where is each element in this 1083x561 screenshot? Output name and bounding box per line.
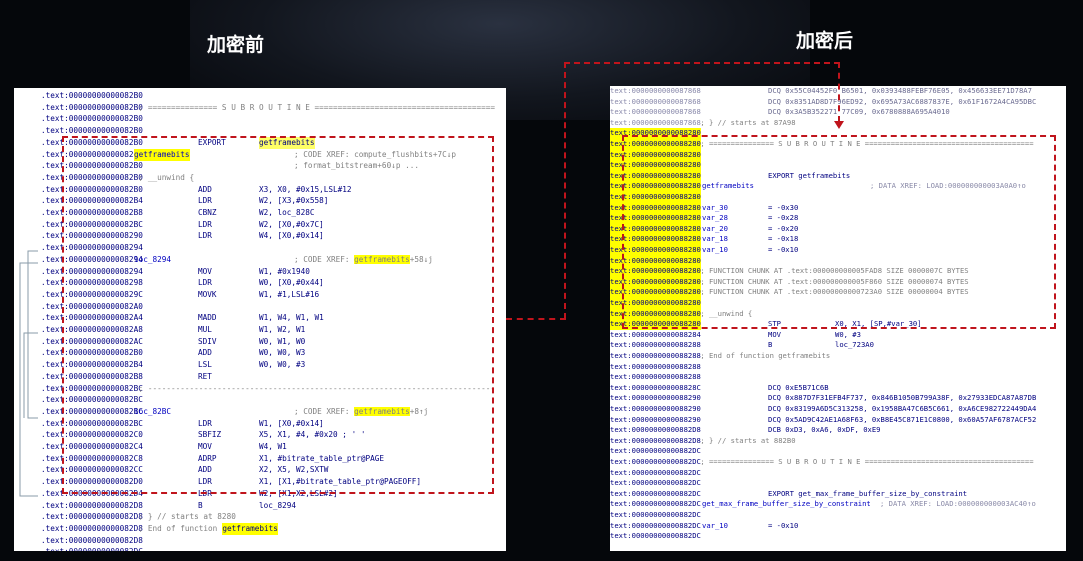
- line-address: text:0000000000087868: [610, 86, 701, 95]
- line-address: text:00000000000882DC: [610, 531, 701, 541]
- line-address: .text:00000000000082B0: [41, 114, 143, 124]
- code-line[interactable]: text:00000000000882D8 DCB 0xD3, 0xA6, 0xD…: [610, 425, 1066, 436]
- line-operand: DCQ 0x55C04452F0 B6501, 0x0393488FEBF76E…: [768, 86, 1032, 95]
- code-line[interactable]: text:000000000008828C DCQ 0xE5B71C6B: [610, 383, 1066, 394]
- code-line[interactable]: .text:00000000000082B0: [41, 90, 506, 102]
- line-mnemonic: B: [768, 340, 773, 350]
- line-text: ; End of function: [134, 523, 222, 533]
- line-text: ; } // starts at 882B0: [696, 435, 796, 445]
- line-operand: loc_8294: [259, 500, 297, 510]
- line-text: ; End of function getframebits: [696, 351, 831, 360]
- line-address: text:0000000000087868: [610, 117, 701, 127]
- code-line[interactable]: text:00000000000882DC ; =============== …: [610, 457, 1066, 468]
- line-mnemonic: B: [198, 500, 203, 510]
- after-function-box: [622, 135, 1056, 329]
- connector-arrowhead-icon: [834, 121, 844, 129]
- line-address: text:000000000008828C: [610, 382, 701, 392]
- line-address: text:00000000000882DC: [610, 499, 701, 509]
- line-address: text:0000000000088288: [610, 351, 701, 360]
- connector-line-vertical: [564, 62, 566, 319]
- line-address: .text:00000000000082D8: [41, 535, 143, 545]
- line-address: .text:00000000000082D8: [41, 523, 143, 533]
- line-address: text:0000000000088284: [610, 329, 701, 339]
- line-address: text:00000000000882DC: [610, 520, 701, 530]
- line-address: text:00000000000882D8: [610, 425, 701, 435]
- highlighted-name: getframebits: [222, 522, 278, 535]
- line-value: = -0x10: [768, 520, 799, 530]
- after-title: 加密后: [796, 30, 854, 52]
- code-line[interactable]: text:0000000000088284 MOV W0, #3: [610, 330, 1066, 341]
- line-label: var_10: [702, 520, 728, 530]
- line-operand: DCQ 0x83199A6D5C313258, 0x1958BA47C6B5C6…: [768, 404, 1037, 413]
- before-title: 加密前: [207, 34, 265, 56]
- code-line[interactable]: .text:00000000000082D8 ; End of function…: [41, 522, 506, 535]
- line-address: .text:00000000000082B0: [41, 91, 143, 100]
- code-line[interactable]: text:00000000000882DC var_10 = -0x10: [610, 521, 1066, 532]
- connector-line-down: [838, 62, 840, 122]
- code-line[interactable]: text:00000000000882D8 ; } // starts at 8…: [610, 436, 1066, 447]
- line-operand: W0, #3: [835, 329, 861, 339]
- line-label: get_max_frame_buffer_size_by_constraint: [702, 499, 871, 509]
- line-operand: DCQ 0x8351AD8D7F96ED92, 0x695A73AC688783…: [768, 96, 1037, 106]
- code-line[interactable]: text:0000000000088288 ; End of function …: [610, 351, 1066, 362]
- code-line[interactable]: text:00000000000882DC: [610, 531, 1066, 542]
- before-function-box: [62, 136, 494, 494]
- line-text: ; =============== S U B R O U T I N E ==…: [134, 102, 496, 112]
- code-line[interactable]: text:0000000000088288: [610, 372, 1066, 383]
- line-address: text:0000000000088290: [610, 393, 701, 403]
- connector-line-horizontal: [506, 318, 566, 320]
- line-address: .text:00000000000082D8: [41, 512, 143, 522]
- line-operand: DCQ 0x887D7F31EFB4F737, 0x846B1050B799A3…: [768, 393, 1037, 403]
- line-address: .text:00000000000082D8: [41, 500, 143, 510]
- line-address: text:00000000000882DC: [610, 467, 701, 477]
- line-address: text:0000000000087868: [610, 107, 701, 117]
- line-address: .text:00000000000082B0: [41, 102, 143, 112]
- line-address: text:0000000000087868: [610, 96, 701, 106]
- line-address: .text:00000000000082DC: [41, 546, 143, 551]
- code-line[interactable]: text:0000000000088290 DCQ 0x5AD9C42AE1A68…: [610, 415, 1066, 426]
- line-comment: ; DATA XREF: LOAD:000000000003AC40↑o: [880, 499, 1036, 509]
- line-operand: DCB 0xD3, 0xA6, 0xDF, 0xE9: [768, 425, 881, 435]
- code-line[interactable]: .text:00000000000082B0 ; ===============…: [41, 102, 506, 114]
- line-address: text:00000000000882DC: [610, 510, 701, 519]
- line-address: text:00000000000882DC: [610, 478, 701, 488]
- code-line[interactable]: text:0000000000088288: [610, 362, 1066, 373]
- line-text: ; } // starts at 8280: [134, 512, 236, 522]
- code-line[interactable]: text:00000000000882DC: [610, 510, 1066, 521]
- code-line[interactable]: text:00000000000882DC get_max_frame_buffe…: [610, 499, 1066, 510]
- code-line[interactable]: .text:00000000000082D8: [41, 535, 506, 547]
- line-address: text:0000000000088288: [610, 340, 701, 350]
- line-address: text:00000000000882D8: [610, 435, 701, 445]
- connector-line-top: [564, 62, 840, 64]
- code-line[interactable]: text:0000000000088290 DCQ 0x83199A6D5C313…: [610, 404, 1066, 415]
- line-text: ; } // starts at 87A98: [696, 117, 796, 127]
- line-address: text:00000000000882DC: [610, 446, 701, 456]
- line-text: ; =============== S U B R O U T I N E ==…: [696, 457, 1034, 466]
- code-line[interactable]: text:0000000000088288 Bloc_723A0: [610, 340, 1066, 351]
- line-address: text:0000000000088288: [610, 372, 701, 382]
- code-line[interactable]: text:00000000000882DC: [610, 478, 1066, 489]
- code-line[interactable]: .text:00000000000082DC: [41, 546, 506, 551]
- code-line[interactable]: .text:00000000000082B0: [41, 113, 506, 125]
- code-line[interactable]: text:0000000000088290 DCQ 0x887D7F31EFB4F…: [610, 393, 1066, 404]
- line-operand: DCQ 0xE5B71C6B: [768, 382, 829, 392]
- line-address: text:00000000000882DC: [610, 457, 701, 466]
- line-mnemonic: MOV: [768, 329, 781, 339]
- line-address: text:0000000000088288: [610, 361, 701, 371]
- line-operand: DCQ 0x5AD9C42AE1A68F63, 0xB8E45C871E1C08…: [768, 414, 1037, 424]
- line-address: text:00000000000882DC: [610, 488, 701, 498]
- line-operand: EXPORT get_max_frame_buffer_size_by_cons…: [768, 488, 968, 498]
- code-line[interactable]: text:00000000000882DC EXPORT get_max_fram…: [610, 489, 1066, 500]
- line-operand: loc_723A0: [835, 340, 874, 350]
- line-address: text:0000000000088290: [610, 404, 701, 413]
- code-line[interactable]: .text:00000000000082D8 ; } // starts at …: [41, 511, 506, 523]
- code-line[interactable]: text:00000000000882DC: [610, 468, 1066, 479]
- code-line[interactable]: .text:00000000000082D8 Bloc_8294: [41, 500, 506, 512]
- code-line[interactable]: text:00000000000882DC: [610, 446, 1066, 457]
- line-operand: DCQ 0x3A5B352271 77C09, 0x6780888A695A40…: [768, 107, 950, 117]
- line-address: text:0000000000088290: [610, 414, 701, 424]
